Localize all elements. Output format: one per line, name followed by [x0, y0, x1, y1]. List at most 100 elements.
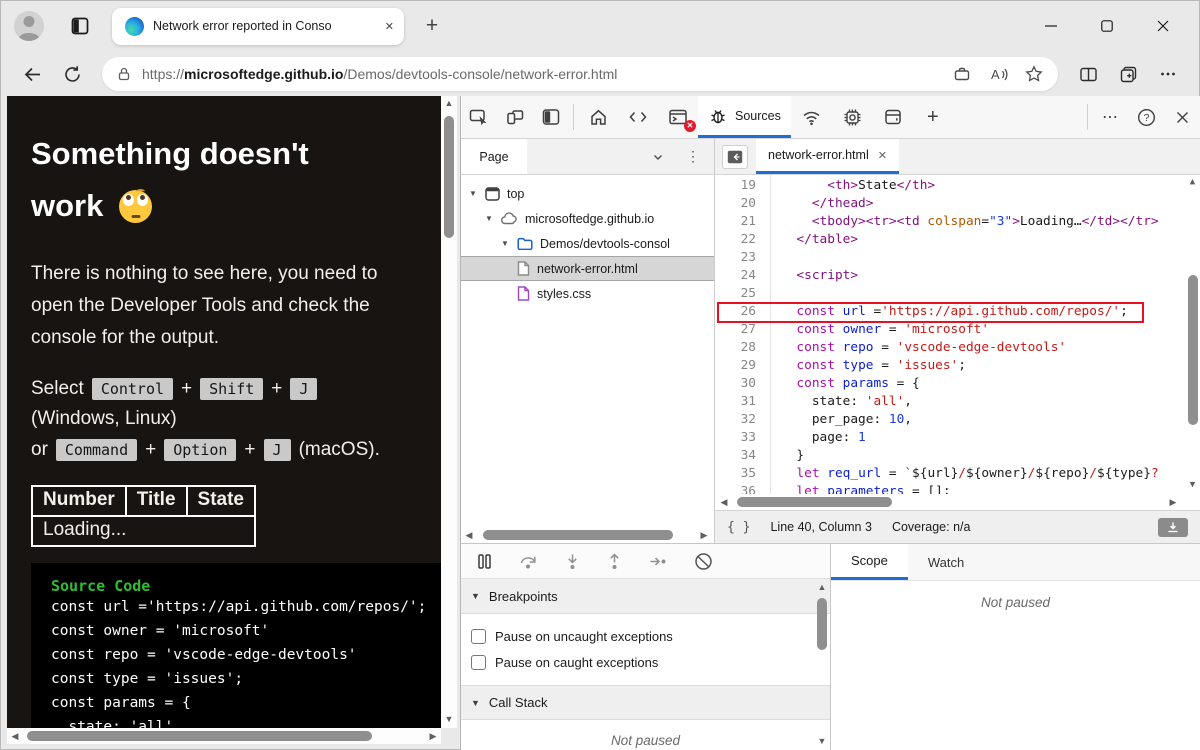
- device-emulation-icon[interactable]: [497, 96, 533, 138]
- scroll-up-icon[interactable]: ▲: [815, 580, 829, 594]
- settings-more-icon[interactable]: [1152, 58, 1184, 90]
- close-button[interactable]: [1148, 12, 1178, 40]
- breakpoints-header[interactable]: ▼ Breakpoints: [461, 579, 830, 614]
- address-bar[interactable]: https://microsoftedge.github.io/Demos/de…: [102, 57, 1058, 91]
- pause-uncaught-checkbox[interactable]: [471, 629, 486, 644]
- scroll-down-icon[interactable]: ▼: [441, 712, 457, 728]
- step-over-icon[interactable]: [519, 553, 538, 570]
- navigator-more-icon[interactable]: ⋮: [686, 148, 700, 165]
- line-number[interactable]: 36: [715, 483, 756, 494]
- workspaces-icon[interactable]: [66, 12, 94, 40]
- tree-item-styles-css[interactable]: styles.css: [461, 281, 714, 306]
- pause-uncaught-row[interactable]: Pause on uncaught exceptions: [471, 623, 830, 649]
- line-number[interactable]: 33: [715, 429, 756, 447]
- tree-item-domain[interactable]: ▼ microsoftedge.github.io: [461, 206, 714, 231]
- code-line[interactable]: state: 'all',: [781, 393, 1200, 411]
- close-devtools-icon[interactable]: [1164, 96, 1200, 138]
- scrollbar-thumb[interactable]: [737, 497, 892, 507]
- chevron-down-icon[interactable]: [652, 151, 664, 163]
- tab-welcome[interactable]: [578, 96, 618, 138]
- scrollbar-thumb[interactable]: [27, 731, 372, 741]
- tree-item-network-error-html[interactable]: network-error.html: [461, 256, 714, 281]
- line-number[interactable]: 30: [715, 375, 756, 393]
- expander-icon[interactable]: ▼: [485, 214, 494, 223]
- split-screen-icon[interactable]: [1072, 58, 1104, 90]
- scroll-right-icon[interactable]: ▶: [425, 729, 441, 743]
- code-line[interactable]: page: 1: [781, 429, 1200, 447]
- tab-memory[interactable]: [873, 96, 913, 138]
- code-line[interactable]: <th>State</th>: [781, 177, 1200, 195]
- tree-item-folder[interactable]: ▼ Demos/devtools-consol: [461, 231, 714, 256]
- line-number[interactable]: 24: [715, 267, 756, 285]
- step-into-icon[interactable]: [565, 553, 580, 570]
- tab-elements[interactable]: [618, 96, 658, 138]
- tab-sources[interactable]: Sources: [698, 96, 791, 138]
- tab-watch[interactable]: Watch: [908, 544, 984, 580]
- code-line[interactable]: const type = 'issues';: [781, 357, 1200, 375]
- step-out-icon[interactable]: [607, 553, 622, 570]
- page-vertical-scrollbar[interactable]: ▲ ▼: [441, 96, 457, 728]
- debugger-vertical-scrollbar[interactable]: ▲ ▼: [815, 580, 829, 748]
- collections-icon[interactable]: [1112, 58, 1144, 90]
- profile-avatar[interactable]: [14, 11, 44, 41]
- work-profile-icon[interactable]: [946, 58, 978, 90]
- code-line[interactable]: </table>: [781, 231, 1200, 249]
- back-icon[interactable]: [16, 58, 48, 90]
- inspect-element-icon[interactable]: [461, 96, 497, 138]
- line-number[interactable]: 26: [715, 303, 756, 321]
- code-line[interactable]: per_page: 10,: [781, 411, 1200, 429]
- expander-icon[interactable]: ▼: [501, 239, 510, 248]
- line-number[interactable]: 23: [715, 249, 756, 267]
- code-line[interactable]: const params = {: [781, 375, 1200, 393]
- scrollbar-thumb[interactable]: [444, 116, 454, 238]
- refresh-icon[interactable]: [56, 58, 88, 90]
- navigator-horizontal-scrollbar[interactable]: ◀ ▶: [461, 527, 714, 543]
- line-number[interactable]: 22: [715, 231, 756, 249]
- editor-tab-network-error[interactable]: network-error.html ✕: [756, 139, 899, 174]
- line-number[interactable]: 27: [715, 321, 756, 339]
- pause-caught-checkbox[interactable]: [471, 655, 486, 670]
- pause-script-icon[interactable]: [477, 553, 492, 570]
- code-line[interactable]: [781, 285, 1200, 303]
- read-aloud-icon[interactable]: A: [982, 58, 1014, 90]
- scroll-down-icon[interactable]: ▼: [815, 734, 829, 748]
- editor-code[interactable]: <th>State</th> </thead> <tbody><tr><td c…: [771, 175, 1200, 494]
- code-line[interactable]: const repo = 'vscode-edge-devtools': [781, 339, 1200, 357]
- scrollbar-thumb[interactable]: [1188, 275, 1198, 425]
- code-area[interactable]: 192021222324252627282930313233343536 <th…: [715, 175, 1200, 494]
- tab-scope[interactable]: Scope: [831, 544, 908, 580]
- line-number[interactable]: 28: [715, 339, 756, 357]
- step-icon[interactable]: [649, 554, 667, 569]
- scroll-left-icon[interactable]: ◀: [715, 495, 733, 509]
- help-icon[interactable]: ?: [1128, 96, 1164, 138]
- maximize-button[interactable]: [1092, 12, 1122, 40]
- url-text[interactable]: https://microsoftedge.github.io/Demos/de…: [142, 66, 936, 82]
- code-line[interactable]: <script>: [781, 267, 1200, 285]
- code-line[interactable]: let req_url = `${url}/${owner}/${repo}/$…: [781, 465, 1200, 483]
- page-horizontal-scrollbar[interactable]: ◀ ▶: [7, 728, 441, 744]
- call-stack-header[interactable]: ▼ Call Stack: [461, 685, 830, 720]
- code-line[interactable]: const url ='https://api.github.com/repos…: [781, 303, 1200, 321]
- tab-performance[interactable]: [832, 96, 873, 138]
- line-number[interactable]: 29: [715, 357, 756, 375]
- navigator-page-tab[interactable]: Page: [461, 139, 527, 174]
- scroll-right-icon[interactable]: ▶: [696, 528, 712, 542]
- customize-devtools-icon[interactable]: ⋯: [1092, 96, 1128, 138]
- download-icon[interactable]: [1158, 518, 1188, 537]
- scrollbar-thumb[interactable]: [817, 598, 827, 650]
- hide-navigator-icon[interactable]: [722, 145, 748, 169]
- scroll-right-icon[interactable]: ▶: [1164, 495, 1182, 509]
- line-number[interactable]: 31: [715, 393, 756, 411]
- deactivate-breakpoints-icon[interactable]: [694, 552, 713, 571]
- activity-bar-icon[interactable]: [533, 96, 569, 138]
- scrollbar-thumb[interactable]: [483, 530, 673, 540]
- more-tools-button[interactable]: +: [913, 96, 953, 138]
- code-line[interactable]: let parameters = [];: [781, 483, 1200, 494]
- scroll-down-icon[interactable]: ▼: [1185, 478, 1200, 492]
- line-number[interactable]: 21: [715, 213, 756, 231]
- minimize-button[interactable]: [1036, 12, 1066, 40]
- code-line[interactable]: <tbody><tr><td colspan="3">Loading…</td>…: [781, 213, 1200, 231]
- scroll-up-icon[interactable]: ▲: [1185, 175, 1200, 189]
- scroll-left-icon[interactable]: ◀: [7, 729, 23, 743]
- tree-item-top[interactable]: ▼ top: [461, 181, 714, 206]
